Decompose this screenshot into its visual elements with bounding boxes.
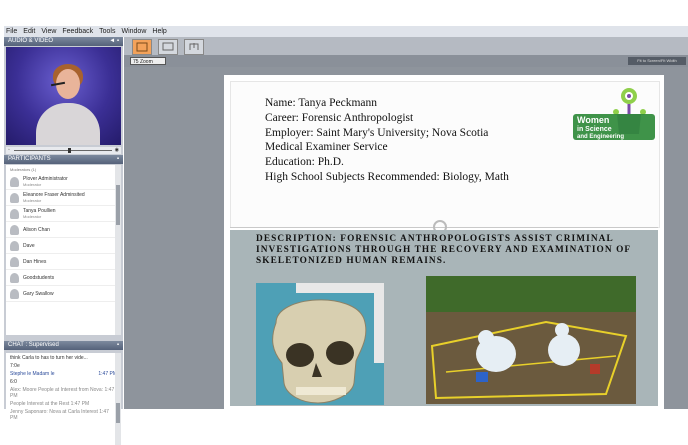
user-avatar-icon: [10, 208, 19, 219]
screen-icon: [162, 42, 174, 51]
svg-text:and Engineering: and Engineering: [577, 134, 624, 140]
participant-name: Plover Administrator: [23, 175, 68, 182]
women-in-science-logo: Women in Science and Engineering: [573, 88, 655, 140]
presentation-area: 75 Zoom Fit to Screen/Fit Width Name: Ta…: [124, 37, 688, 409]
menu-window[interactable]: Window: [121, 26, 146, 37]
menu-file[interactable]: File: [6, 26, 17, 37]
user-avatar-icon: [10, 224, 19, 235]
volume-knob[interactable]: [68, 148, 71, 153]
slide-description: DESCRIPTION: FORENSIC ANTHROPOLOGISTS AS…: [256, 234, 631, 266]
slide: Name: Tanya Peckmann Career: Forensic An…: [224, 75, 664, 409]
user-avatar-icon: [10, 192, 19, 203]
volume-min-icon: ◦: [8, 147, 10, 153]
share-screen-button[interactable]: [158, 39, 178, 55]
info-career: Career: Forensic Anthropologist: [265, 111, 414, 124]
menu-edit[interactable]: Edit: [23, 26, 35, 37]
svg-text:Women: Women: [577, 115, 609, 125]
user-avatar-icon: [10, 176, 19, 187]
slide-controls: 75 Zoom Fit to Screen/Fit Width: [124, 55, 688, 67]
participant-name: Alison Chan: [23, 226, 50, 233]
info-employer-cont: Medical Examiner Service: [265, 141, 388, 154]
list-item[interactable]: Eleanore Fraser Adminsited Moderator: [6, 190, 121, 206]
user-avatar-icon: [10, 272, 19, 283]
chat-message: People Interest at the Rest 1:47 PM: [10, 401, 90, 407]
participant-name: Dan Hines: [23, 258, 47, 265]
chat-header[interactable]: CHAT : Supervised ▪: [4, 341, 123, 350]
chat-message: Jenny Saponaro: Nova at Carla Interest 1…: [10, 409, 109, 421]
upload-icon: [189, 43, 199, 50]
user-avatar-icon: [10, 288, 19, 299]
user-avatar-icon: [10, 240, 19, 251]
chat-message: Alex: Moore People at Interest from Nova…: [10, 387, 115, 399]
list-item[interactable]: Dan Hines: [6, 254, 121, 270]
menu-bar: File Edit View Feedback Tools Window Hel…: [4, 26, 688, 37]
participant-name: Dave: [23, 242, 35, 249]
chat-title: CHAT : Supervised: [8, 342, 59, 348]
app-window: File Edit View Feedback Tools Window Hel…: [0, 0, 688, 445]
volume-slider[interactable]: ◦ ◉: [6, 147, 121, 154]
list-item[interactable]: Gary Swallow: [6, 286, 121, 302]
fit-width-button[interactable]: Fit to Screen/Fit Width: [628, 57, 686, 65]
participant-role: Moderator: [23, 181, 42, 187]
participant-role: Moderator: [23, 213, 42, 219]
description-section: DESCRIPTION: FORENSIC ANTHROPOLOGISTS AS…: [230, 230, 658, 406]
pointer-icon: [136, 42, 148, 52]
participant-name: Eleanore Fraser Adminsited: [23, 191, 85, 198]
panel-options-icon[interactable]: ▪: [117, 341, 119, 350]
slide-header-box: Name: Tanya Peckmann Career: Forensic An…: [230, 81, 660, 228]
participant-role: Moderator: [23, 197, 42, 203]
chat-message: think Carla to has to turn her vide...: [10, 355, 88, 361]
menu-view[interactable]: View: [41, 26, 56, 37]
career-info: Name: Tanya Peckmann Career: Forensic An…: [265, 96, 509, 185]
panel-options-icon[interactable]: ▪: [117, 155, 119, 164]
participant-name: Tanya Poullien: [23, 207, 56, 214]
chat-log: think Carla to has to turn her vide... 7…: [6, 353, 121, 445]
info-education: Education: Ph.D.: [265, 156, 344, 169]
skull-photo: [256, 283, 384, 405]
menu-help[interactable]: Help: [152, 26, 166, 37]
left-panel-column: AUDIO & VIDEO ◄ ▪ ◦ ◉ PARTICIPANTS ▪ Mod…: [4, 37, 123, 445]
volume-track[interactable]: [14, 150, 112, 151]
chat-scrollbar[interactable]: [115, 353, 121, 445]
upload-button[interactable]: [184, 39, 204, 55]
participants-header[interactable]: PARTICIPANTS ▪: [4, 155, 123, 164]
participants-list: Moderators (1) Plover Administrator Moder…: [6, 165, 121, 335]
list-item[interactable]: Goodstudents: [6, 270, 121, 286]
audio-video-header[interactable]: AUDIO & VIDEO ◄ ▪: [4, 37, 123, 46]
user-avatar-icon: [10, 256, 19, 267]
info-name: Name: Tanya Peckmann: [265, 97, 378, 109]
audio-video-title: AUDIO & VIDEO: [8, 38, 54, 44]
volume-max-icon: ◉: [114, 147, 119, 153]
chat-message: Stephe le Madam le 1:47 PM: [10, 371, 117, 377]
whiteboard-tool-button[interactable]: [132, 39, 152, 55]
participants-summary: Moderators (1): [10, 167, 37, 172]
presentation-toolbar: [124, 37, 688, 55]
list-item[interactable]: Tanya Poullien Moderator: [6, 206, 121, 222]
svg-text:in Science: in Science: [577, 126, 612, 133]
list-item[interactable]: Plover Administrator Moderator: [6, 174, 121, 190]
participants-scrollbar[interactable]: [115, 165, 121, 335]
participants-title: PARTICIPANTS: [8, 156, 51, 162]
menu-feedback[interactable]: Feedback: [62, 26, 93, 37]
zoom-select[interactable]: 75 Zoom: [130, 57, 166, 65]
excavation-photo: [426, 276, 636, 404]
webcam-video: [6, 47, 121, 145]
info-subjects: High School Subjects Recommended: Biolog…: [265, 170, 509, 183]
info-employer: Employer: Saint Mary's University; Nova …: [265, 126, 489, 139]
panel-options-icon[interactable]: ◄ ▪: [109, 37, 119, 46]
chat-message: 6:0: [10, 379, 17, 385]
list-item[interactable]: Alison Chan: [6, 222, 121, 238]
chat-message: 7:0e: [10, 363, 20, 369]
menu-tools[interactable]: Tools: [99, 26, 115, 37]
participant-name: Goodstudents: [23, 274, 55, 281]
participant-name: Gary Swallow: [23, 290, 54, 297]
list-item[interactable]: Dave: [6, 238, 121, 254]
